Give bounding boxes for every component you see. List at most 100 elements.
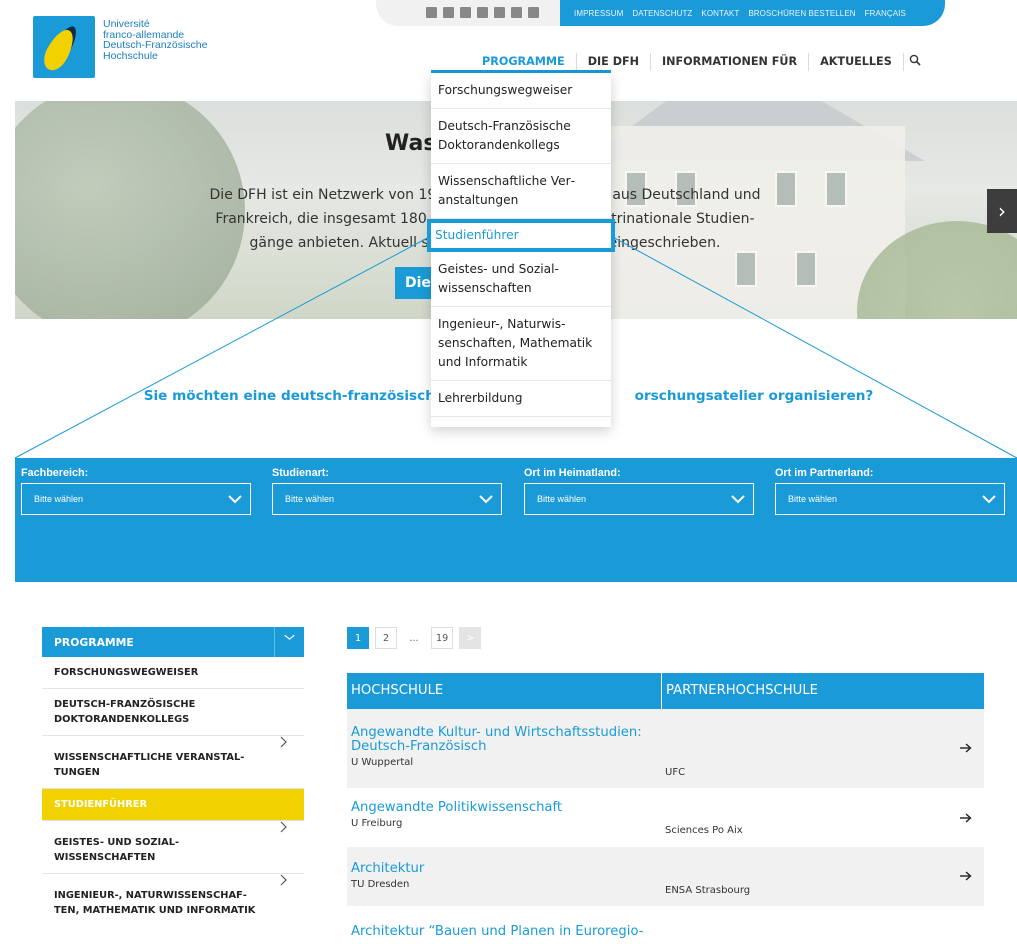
sidebar-item-label: GEISTES- UND SOZIAL­WISSENSCHAFTEN <box>54 837 180 863</box>
course-link[interactable]: Angewandte Politikwissenschaft <box>351 801 662 815</box>
sidebar-item-label: DEUTSCH-FRANZÖSISCHE DOKTORANDEN­KOLLEGS <box>54 699 196 725</box>
partner-name: ENSA Strasbourg <box>665 885 751 896</box>
sidebar-header[interactable]: PROGRAMME <box>42 627 304 657</box>
dropdown-item-geisteswissenschaften[interactable]: Geistes- und Sozial­wissenschaften <box>431 252 611 307</box>
sidebar-item-forschungswegweiser[interactable]: FORSCHUNGSWEGWEISER <box>42 657 304 689</box>
logo-line: Hochschule <box>103 49 158 62</box>
instagram-icon[interactable] <box>477 7 488 18</box>
logo-line: Université <box>103 18 150 30</box>
dropdown-item-ingenieurwissenschaften[interactable]: Ingenieur-, Naturwis­senschaften, Mathem… <box>431 307 611 381</box>
nav-informationen-fuer[interactable]: INFORMATIONEN FÜR <box>651 53 810 71</box>
chevron-down-icon <box>479 495 493 504</box>
nav-die-dfh[interactable]: DIE DFH <box>577 53 651 71</box>
chevron-down-icon[interactable] <box>274 627 304 657</box>
facebook-icon[interactable] <box>426 7 437 18</box>
table-row[interactable]: Architektur “Bauen und Planen in Euroreg… <box>347 907 984 944</box>
university-name: U Freiburg <box>351 818 403 829</box>
kontakt-link[interactable]: KONTAKT <box>701 9 739 18</box>
nav-aktuelles[interactable]: AKTUELLES <box>809 53 904 71</box>
arrow-right-icon[interactable] <box>960 743 972 753</box>
table-cell-hochschule: Angewandte Kultur- und Wirtschaftsstudie… <box>347 709 662 788</box>
select-value: Bitte wählen <box>34 494 84 504</box>
dropdown-item-doktorandenkollegs[interactable]: Deutsch-Französische Doktorandenkollegs <box>431 109 611 164</box>
pagination-ellipsis: ... <box>409 632 419 644</box>
filter-ort-partnerland: Ort im Partnerland: Bitte wählen <box>775 467 1005 515</box>
sidebar-item-ingenieurwissenschaften[interactable]: INGENIEUR-, NATURWISSENSCHAF­TEN, MATHEM… <box>42 874 304 926</box>
sidebar-item-veranstaltungen[interactable]: WISSENSCHAFTLICHE VERANSTAL­TUNGEN <box>42 736 304 789</box>
page-19-button[interactable]: 19 <box>431 627 454 649</box>
table-row[interactable]: Architektur TU Dresden ENSA Strasbourg <box>347 847 984 907</box>
email-icon[interactable] <box>528 7 539 18</box>
language-link[interactable]: FRANÇAIS <box>865 9 906 18</box>
broschueren-link[interactable]: BROSCHÜREN BESTELLEN <box>748 9 855 18</box>
chevron-down-icon <box>982 495 996 504</box>
dropdown-item-veranstaltungen[interactable]: Wissenschaftliche Ver­anstaltungen <box>431 164 611 219</box>
social-links <box>376 0 560 26</box>
sidebar-item-geisteswissenschaften[interactable]: GEISTES- UND SOZIAL­WISSENSCHAFTEN <box>42 821 304 874</box>
arrow-right-icon[interactable] <box>960 813 972 823</box>
sidebar-nav: PROGRAMME FORSCHUNGSWEGWEISER DEUTSCH-FR… <box>42 627 304 926</box>
chevron-right-icon[interactable] <box>280 736 288 748</box>
filter-label: Ort im Partnerland: <box>775 467 874 479</box>
carousel-next-button[interactable]: › <box>987 189 1017 233</box>
hero-text-fragment: Die DFH ist ein Netzwerk von 19 <box>209 187 437 203</box>
chevron-down-icon <box>228 495 242 504</box>
filter-ort-heimatland: Ort im Heimatland: Bitte wählen <box>524 467 754 515</box>
sidebar-item-doktorandenkollegs[interactable]: DEUTSCH-FRANZÖSISCHE DOKTORANDEN­KOLLEGS <box>42 689 304 736</box>
logo-wordmark[interactable]: Université franco-allemande Deutsch-Fran… <box>103 19 207 61</box>
sidebar-item-label: STUDIENFÜHRER <box>54 799 147 810</box>
dropdown-item-studienfuehrer[interactable]: Studienführer <box>427 219 615 252</box>
studienart-select[interactable]: Bitte wählen <box>272 483 502 515</box>
ort-partnerland-select[interactable]: Bitte wählen <box>775 483 1005 515</box>
filter-label: Studienart: <box>272 467 329 479</box>
arrow-right-icon[interactable] <box>960 871 972 881</box>
tagline-left: Sie möchten eine deutsch-französische S <box>143 388 459 404</box>
twitter-icon[interactable] <box>443 7 454 18</box>
table-row[interactable]: Angewandte Politikwissenschaft U Freibur… <box>347 789 984 847</box>
hero-text-fragment: gänge anbieten. Aktuell si <box>249 235 433 251</box>
table-header: HOCHSCHULE PARTNERHOCHSCHULE <box>347 673 984 709</box>
select-value: Bitte wählen <box>788 494 838 504</box>
datenschutz-link[interactable]: DATENSCHUTZ <box>632 9 692 18</box>
linkedin-icon[interactable] <box>511 7 522 18</box>
youtube-icon[interactable] <box>494 7 505 18</box>
next-page-button[interactable]: > <box>459 627 482 649</box>
table-cell-hochschule: Architektur “Bauen und Planen in Euroreg… <box>347 907 984 944</box>
main-nav: PROGRAMME DIE DFH INFORMATIONEN FÜR AKTU… <box>482 52 904 72</box>
sidebar-item-studienfuehrer[interactable]: STUDIENFÜHRER <box>42 789 304 821</box>
sidebar-item-label: WISSENSCHAFTLICHE VERANSTAL­TUNGEN <box>54 752 245 778</box>
utility-bar: IMPRESSUM DATENSCHUTZ KONTAKT BROSCHÜREN… <box>376 0 945 26</box>
dropdown-item-forschungswegweiser[interactable]: Forschungswegweiser <box>431 73 611 109</box>
xing-icon[interactable] <box>460 7 471 18</box>
table-cell-partner: Sciences Po Aix <box>662 789 984 846</box>
utility-links: IMPRESSUM DATENSCHUTZ KONTAKT BROSCHÜREN… <box>560 0 945 26</box>
dropdown-item-lehrerbildung[interactable]: Lehrerbildung <box>431 381 611 417</box>
search-icon[interactable] <box>909 54 921 66</box>
filter-studienart: Studienart: Bitte wählen <box>272 467 502 515</box>
fachbereich-select[interactable]: Bitte wählen <box>21 483 251 515</box>
logo-line: Deutsch-Französische <box>103 39 208 51</box>
table-cell-hochschule: Architektur TU Dresden <box>347 847 662 906</box>
course-link[interactable]: Architektur <box>351 862 662 876</box>
ort-heimatland-select[interactable]: Bitte wählen <box>524 483 754 515</box>
impressum-link[interactable]: IMPRESSUM <box>574 9 623 18</box>
hero-text-fragment: trinationale Studien- <box>611 211 755 227</box>
university-name: TU Dresden <box>351 879 410 890</box>
dfh-logo[interactable] <box>33 16 95 78</box>
table-cell-partner: UFC <box>662 709 984 788</box>
course-link[interactable]: Angewandte Kultur- und Wirtschaftsstudie… <box>351 726 662 754</box>
sidebar-item-label: FORSCHUNGSWEGWEISER <box>54 667 199 678</box>
page-1-button[interactable]: 1 <box>347 627 369 649</box>
chevron-right-icon[interactable] <box>280 821 288 833</box>
filter-label: Fachbereich: <box>21 467 89 479</box>
course-link[interactable]: Architektur “Bauen und Planen in Euroreg… <box>351 925 984 939</box>
filter-label: Ort im Heimatland: <box>524 467 621 479</box>
table-row[interactable]: Angewandte Kultur- und Wirtschaftsstudie… <box>347 709 984 789</box>
select-value: Bitte wählen <box>537 494 587 504</box>
chevron-right-icon[interactable] <box>280 874 288 886</box>
page-2-button[interactable]: 2 <box>375 627 397 649</box>
nav-programme[interactable]: PROGRAMME <box>482 53 577 71</box>
chevron-down-icon <box>731 495 745 504</box>
results-table: HOCHSCHULE PARTNERHOCHSCHULE Angewandte … <box>347 673 984 944</box>
hero-text-fragment: aus Deutschland und <box>612 187 761 203</box>
